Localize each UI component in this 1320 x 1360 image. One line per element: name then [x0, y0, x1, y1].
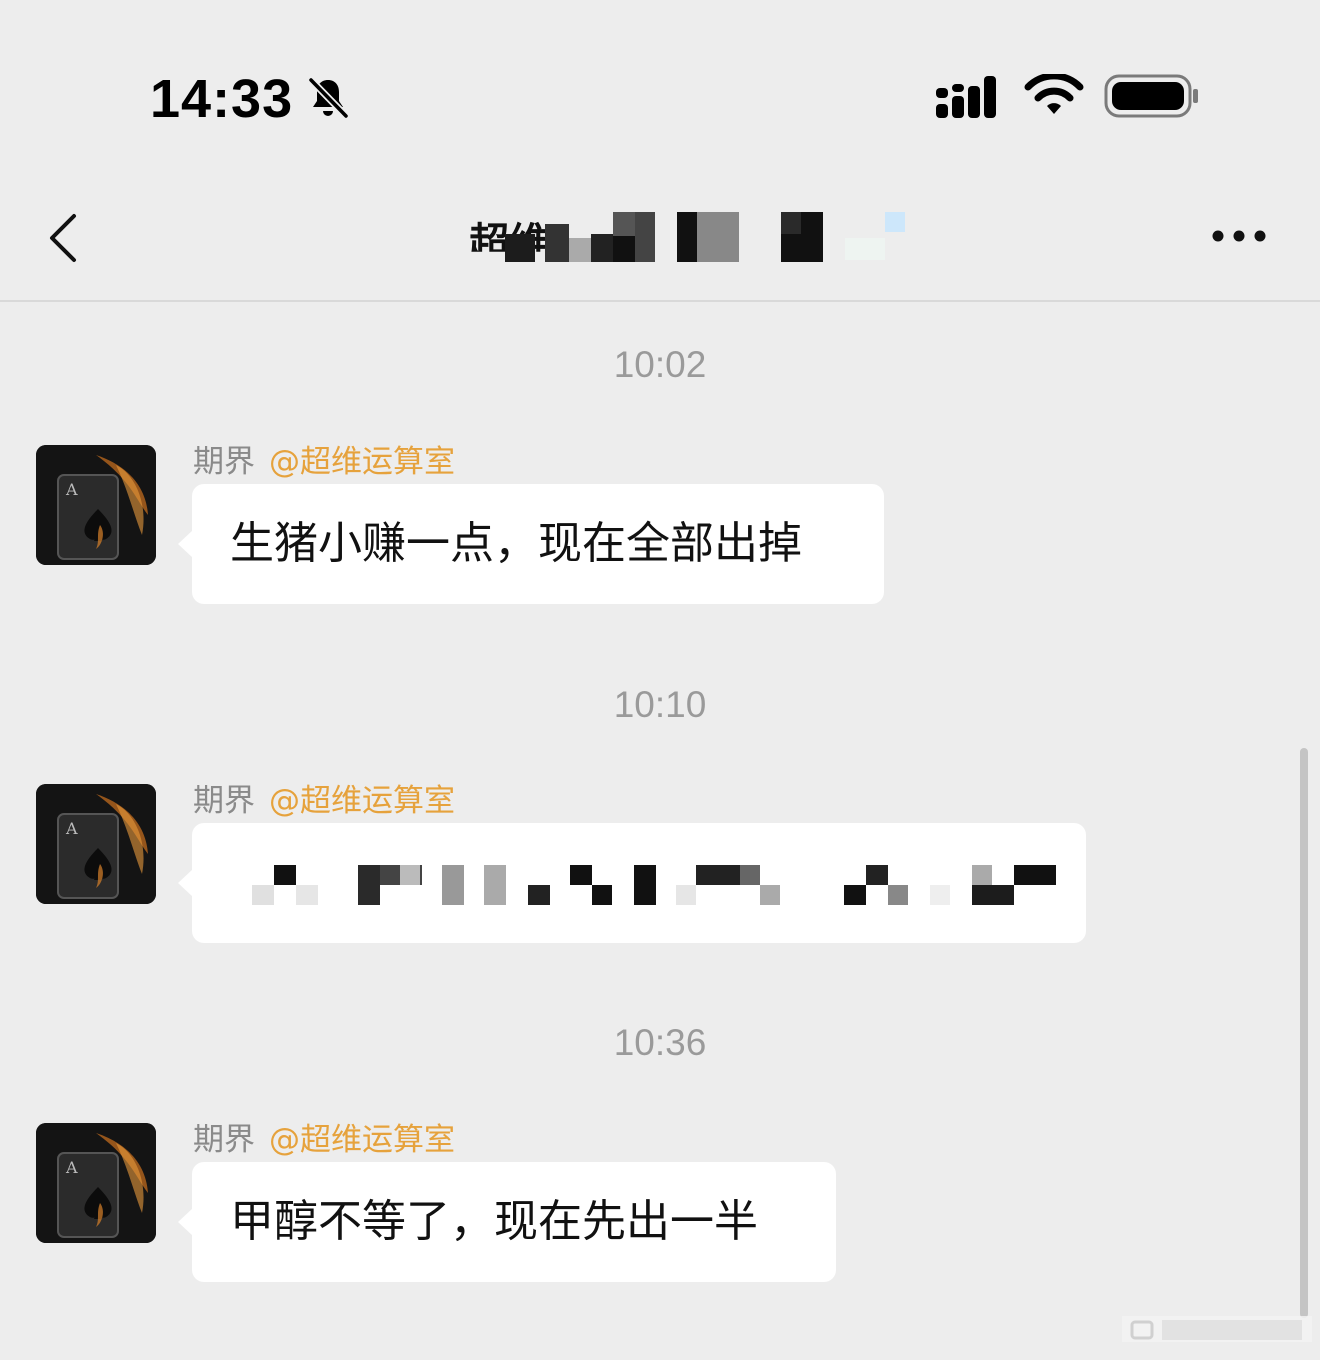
- scrollbar[interactable]: [1300, 748, 1308, 1318]
- sender-line: 期界 @超维运算室: [193, 775, 455, 820]
- avatar[interactable]: A: [36, 784, 156, 904]
- watermark-logo: [1122, 1316, 1312, 1342]
- ace-of-spades-fire-avatar-image: A: [36, 784, 156, 904]
- svg-text:A: A: [65, 819, 78, 838]
- status-time: 14:33: [150, 69, 294, 129]
- cellular-signal-icon: [936, 76, 996, 118]
- sender-line: 期界 @超维运算室: [193, 436, 455, 481]
- battery-icon: [1104, 74, 1198, 118]
- chat-title-redacted: 超维: [465, 210, 965, 266]
- mention-link[interactable]: @超维运算室: [269, 444, 455, 480]
- sender-name: 期界: [193, 444, 255, 480]
- message-timestamp: 10:02: [613, 344, 707, 385]
- status-bar: 14:33: [0, 0, 1320, 180]
- bell-muted-icon: [308, 77, 349, 119]
- nav-bar: 超维: [0, 180, 1320, 302]
- wifi-icon: [1024, 74, 1084, 114]
- sender-name: 期界: [193, 783, 255, 819]
- message-bubble-redacted[interactable]: [178, 823, 1086, 943]
- message-bubble[interactable]: 生猪小赚一点，现在全部出掉: [178, 484, 884, 604]
- ace-of-spades-fire-avatar-image: A: [36, 1123, 156, 1243]
- svg-text:A: A: [65, 1158, 78, 1177]
- svg-text:A: A: [65, 480, 78, 499]
- ace-of-spades-fire-avatar-image: A: [36, 445, 156, 565]
- message-timestamp: 10:36: [613, 1022, 707, 1063]
- mention-link[interactable]: @超维运算室: [269, 1122, 455, 1158]
- chevron-left-icon[interactable]: [44, 210, 84, 266]
- message-bubble[interactable]: 甲醇不等了，现在先出一半: [178, 1162, 836, 1282]
- mention-link[interactable]: @超维运算室: [269, 783, 455, 819]
- sender-name: 期界: [193, 1122, 255, 1158]
- message-timestamp: 10:10: [613, 684, 707, 725]
- sender-line: 期界 @超维运算室: [193, 1114, 455, 1159]
- avatar[interactable]: A: [36, 1123, 156, 1243]
- avatar[interactable]: A: [36, 445, 156, 565]
- ellipsis-icon[interactable]: [1208, 226, 1270, 246]
